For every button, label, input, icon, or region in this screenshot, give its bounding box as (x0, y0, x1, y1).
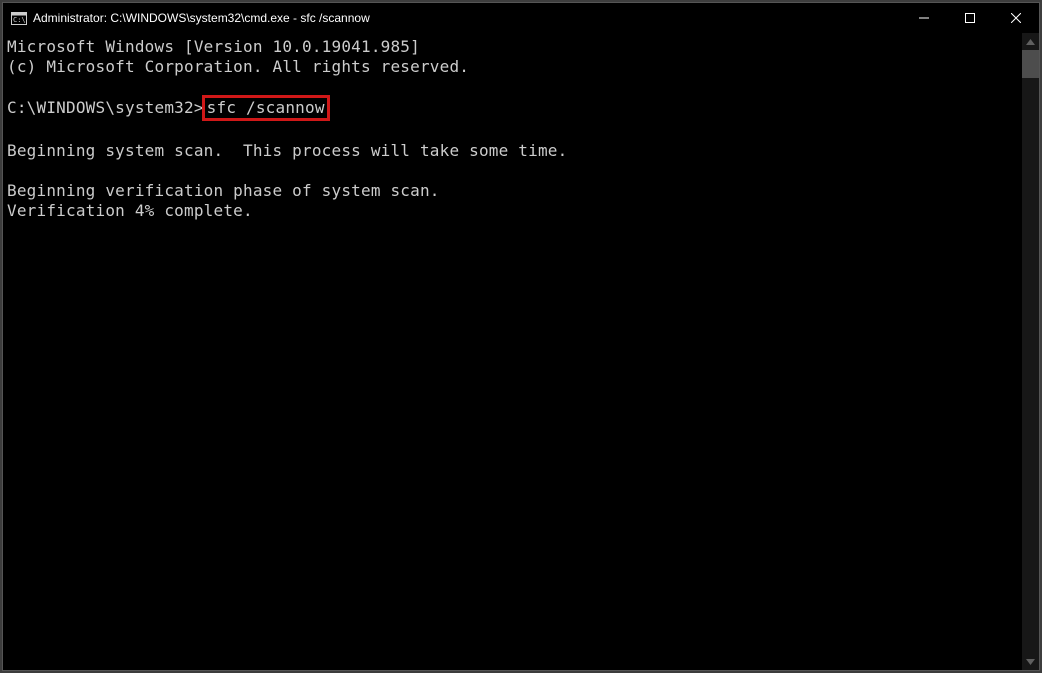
output-line: Verification 4% complete. (7, 201, 253, 220)
close-button[interactable] (993, 3, 1039, 33)
client-area: Microsoft Windows [Version 10.0.19041.98… (3, 33, 1039, 670)
output-line: Microsoft Windows [Version 10.0.19041.98… (7, 37, 420, 56)
console-output[interactable]: Microsoft Windows [Version 10.0.19041.98… (3, 33, 1022, 670)
entered-command: sfc /scannow (207, 98, 325, 117)
maximize-button[interactable] (947, 3, 993, 33)
output-line: Beginning system scan. This process will… (7, 141, 567, 160)
svg-text:C:\: C:\ (13, 16, 26, 24)
vertical-scrollbar[interactable] (1022, 33, 1039, 670)
scroll-up-arrow-icon[interactable] (1022, 33, 1039, 50)
minimize-button[interactable] (901, 3, 947, 33)
window-title: Administrator: C:\WINDOWS\system32\cmd.e… (33, 11, 370, 25)
scroll-down-arrow-icon[interactable] (1022, 653, 1039, 670)
output-line: (c) Microsoft Corporation. All rights re… (7, 57, 469, 76)
cmd-icon: C:\ (11, 12, 27, 25)
window-controls (901, 3, 1039, 33)
scroll-track[interactable] (1022, 50, 1039, 653)
scroll-thumb[interactable] (1022, 50, 1039, 78)
command-highlight: sfc /scannow (202, 95, 330, 121)
cmd-window: C:\ Administrator: C:\WINDOWS\system32\c… (2, 2, 1040, 671)
titlebar[interactable]: C:\ Administrator: C:\WINDOWS\system32\c… (3, 3, 1039, 33)
prompt-prefix: C:\WINDOWS\system32> (7, 98, 204, 117)
output-line: Beginning verification phase of system s… (7, 181, 440, 200)
